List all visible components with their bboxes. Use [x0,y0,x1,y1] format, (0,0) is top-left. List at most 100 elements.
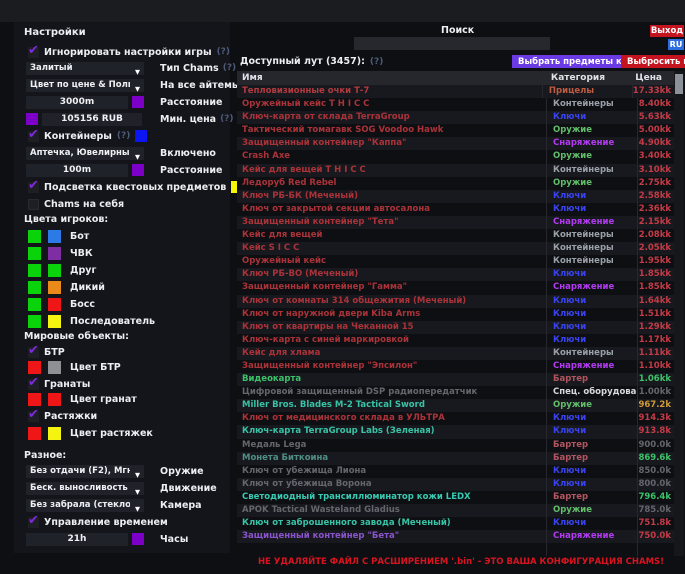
checkbox-checked-icon[interactable] [28,411,39,422]
loot-row[interactable]: Ключ-карта с синей маркировкой Ключи 1.1… [237,334,674,347]
checkbox-checked-icon[interactable] [28,47,39,58]
loot-item-price: 2.15kk [638,216,674,229]
hours-input[interactable]: 21h [26,533,128,546]
color-swatch[interactable] [28,361,41,374]
loot-row[interactable]: Кейс для вещей T H I C C Контейнеры 3.10… [237,164,674,177]
color-swatch-hidden[interactable] [48,247,61,260]
loot-distance-input[interactable]: 100m [26,164,128,177]
loot-row[interactable]: Ключ от наружной двери Kiba Arms Ключи 1… [237,308,674,321]
loot-item-name: Ключ РБ-ВО (Меченый) [237,268,547,281]
loot-row[interactable]: Ключ от квартиры на Чеканной 15 Ключи 1.… [237,321,674,334]
checkbox-checked-icon[interactable] [28,347,39,358]
loot-row[interactable]: Тепловизионные очки Т-7 Прицелы 17.33kk [237,85,674,98]
loot-row[interactable]: Ключ от убежища Ворона Ключи 800.0k [237,478,674,491]
loot-row[interactable]: Кейс S I C C Контейнеры 2.05kk [237,242,674,255]
quest-items-checkbox[interactable]: Подсветка квестовых предметов [28,180,226,194]
time-control-checkbox[interactable]: Управление временем [28,515,226,529]
loot-row[interactable]: Ключ РБ-ВО (Меченый) Ключи 1.85kk [237,268,674,281]
loot-row[interactable]: Монета Биткоина Бартер 869.6k [237,452,674,465]
loot-row[interactable]: Ключ-карта от склада TerraGroup Ключи 5.… [237,111,674,124]
containers-checkbox[interactable]: Контейнеры (?) [28,129,226,143]
drop-all-button[interactable]: Выбросить все [621,55,685,68]
color-swatch-hidden[interactable] [48,264,61,277]
loot-row[interactable]: Miller Bros. Blades M-2 Tactical Sword О… [237,399,674,412]
color-swatch[interactable] [48,361,61,374]
color-swatch[interactable] [48,393,61,406]
loot-row[interactable]: Видеокарта Бартер 1.06kk [237,373,674,386]
loot-row[interactable]: Ключ от убежища Лиона Ключи 850.0k [237,465,674,478]
btr-checkbox[interactable]: БТР [28,345,226,359]
color-swatch[interactable] [26,113,38,125]
checkbox-checked-icon[interactable] [28,131,39,142]
color-swatch-hidden[interactable] [48,281,61,294]
scrollbar-thumb[interactable] [675,74,683,94]
loot-item-name: Ключ от убежища Лиона [237,465,547,478]
color-swatch[interactable] [132,96,144,108]
loot-row[interactable]: Кейс для хлама Контейнеры 1.11kk [237,347,674,360]
loot-row[interactable]: Crash Axe Оружие 3.40kk [237,150,674,163]
loot-item-price: 1.95kk [638,255,674,268]
color-swatch-visible[interactable] [28,230,41,243]
grenades-checkbox[interactable]: Гранаты [28,377,226,391]
tripwires-checkbox[interactable]: Растяжки [28,409,226,423]
loot-row[interactable]: Тактический томагавк SOG Voodoo Hawk Ору… [237,124,674,137]
loot-item-price: 751.8k [638,517,674,530]
all-items-select[interactable]: Цвет по цене & Пользователь [26,79,144,92]
checkbox-checked-icon[interactable] [28,517,39,528]
loot-row[interactable]: Светодиодный трансиллюминатор кожи LEDX … [237,491,674,504]
loot-row[interactable]: Ключ от закрытой секции автосалона Ключи… [237,203,674,216]
loot-item-name: Цифровой защищенный DSP радиопередатчик [237,386,547,399]
color-swatch[interactable] [132,164,144,176]
loot-row[interactable]: APOK Tactical Wasteland Gladius Оружие 7… [237,504,674,517]
loot-row[interactable]: Ключ от заброшенного завода (Меченый) Кл… [237,517,674,530]
hours-row: 21h Часы [26,532,226,546]
checkbox-checked-icon[interactable] [28,182,39,193]
scrollbar-track[interactable] [674,71,684,556]
camera-select[interactable]: Без забрала (стекло шлема) [26,499,144,512]
color-swatch-visible[interactable] [28,315,41,328]
color-swatch-visible[interactable] [28,264,41,277]
loot-row[interactable]: Ключ-карта TerraGroup Labs (Зеленая) Клю… [237,425,674,438]
color-swatch-hidden[interactable] [48,315,61,328]
esp-distance-input[interactable]: 3000m [26,96,128,109]
loot-row[interactable]: Защищенный контейнер "Каппа" Снаряжение … [237,137,674,150]
color-swatch-visible[interactable] [28,281,41,294]
loot-row[interactable]: Защищенный контейнер "Тета" Снаряжение 2… [237,216,674,229]
loot-row[interactable]: Оружейный кейс Контейнеры 1.95kk [237,255,674,268]
side-label: Мин. цена [160,114,216,125]
color-swatch[interactable] [132,533,144,545]
loot-row[interactable]: Защищенный контейнер "Гамма" Снаряжение … [237,281,674,294]
loot-item-price: 2.58kk [638,190,674,203]
loot-filter-select[interactable]: Аптечка, Ювелирные и... [26,147,144,160]
language-button[interactable]: RU [668,39,684,50]
exit-button[interactable]: Выход [650,25,684,37]
color-swatch[interactable] [28,393,41,406]
loot-row[interactable]: Цифровой защищенный DSP радиопередатчик … [237,386,674,399]
weapon-select[interactable]: Без отдачи (F2), Мгновенное п [26,465,144,478]
loot-row[interactable]: Защищенный контейнер "Эпсилон" Снаряжени… [237,360,674,373]
checkbox-checked-icon[interactable] [28,379,39,390]
loot-row[interactable]: Ключ от медицинского склада в УЛЬТРА Клю… [237,412,674,425]
chams-type-select[interactable]: Залитый [26,62,144,75]
movement-select[interactable]: Беск. выносливость и нет уста [26,482,144,495]
loot-row[interactable]: Кейс для вещей Контейнеры 2.08kk [237,229,674,242]
loot-row[interactable]: Ключ от комнаты 314 общежития (Меченый) … [237,295,674,308]
chams-self-checkbox[interactable]: Chams на себя [28,197,226,211]
loot-row[interactable]: Оружейный кейс T H I C C Контейнеры 8.40… [237,98,674,111]
color-swatch-hidden[interactable] [48,230,61,243]
loot-row[interactable]: Ключ РБ-БК (Меченый) Ключи 2.58kk [237,190,674,203]
checkbox-unchecked-icon[interactable] [28,199,39,210]
ignore-game-settings-checkbox[interactable]: Игнорировать настройки игры (?) [28,45,226,59]
color-swatch[interactable] [28,427,41,440]
color-swatch-visible[interactable] [28,247,41,260]
color-swatch-hidden[interactable] [48,298,61,311]
color-swatch-visible[interactable] [28,298,41,311]
loot-row[interactable]: Ледоруб Red Rebel Оружие 2.75kk [237,177,674,190]
color-swatch[interactable] [135,130,147,142]
color-swatch[interactable] [48,427,61,440]
search-input[interactable] [354,37,550,50]
loot-row[interactable] [237,543,674,556]
loot-row[interactable]: Защищенный контейнер "Бета" Снаряжение 7… [237,530,674,543]
min-price-input[interactable]: 105156 RUB [42,113,142,126]
loot-row[interactable]: Медаль Lega Бартер 900.0k [237,439,674,452]
